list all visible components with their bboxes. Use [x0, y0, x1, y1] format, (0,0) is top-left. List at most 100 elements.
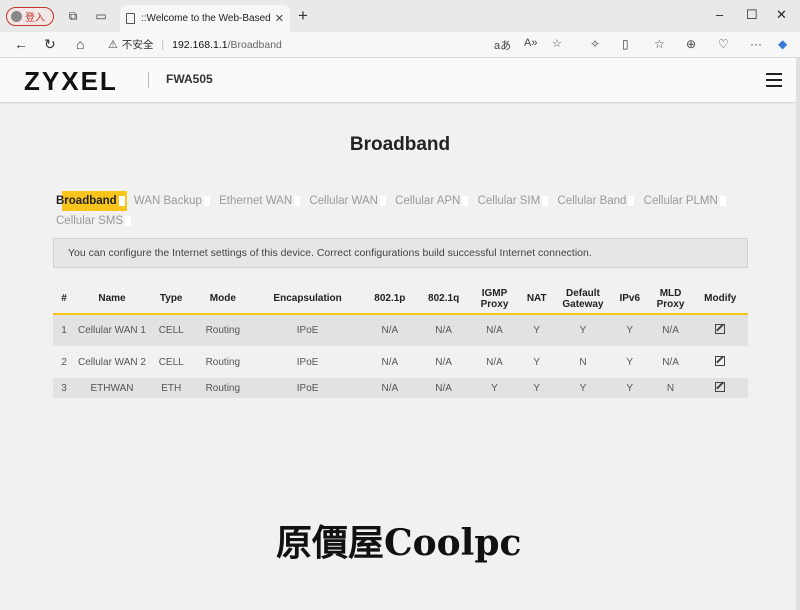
- tab-cellular-sim[interactable]: Cellular SIM: [478, 191, 551, 211]
- tab-cellular-wan[interactable]: Cellular WAN: [309, 191, 388, 211]
- info-notice: You can configure the Internet settings …: [53, 238, 748, 268]
- wan-table: # Name Type Mode Encapsulation 802.1p 80…: [53, 284, 748, 398]
- browser-toolbar: ← ↻ ⌂ ⚠ 不安全 | 192.168.1.1 /Broadband aあ …: [0, 32, 800, 58]
- sub-tabs: Broadband WAN Backup Ethernet WAN Cellul…: [56, 191, 756, 231]
- column-header: Mode: [193, 284, 253, 315]
- edit-icon[interactable]: [715, 355, 726, 366]
- cell-igmp-proxy: N/A: [470, 314, 519, 346]
- cell-ipv6: Y: [610, 378, 649, 398]
- tab-ethernet-wan[interactable]: Ethernet WAN: [219, 191, 302, 211]
- tab-cellular-plmn[interactable]: Cellular PLMN: [644, 191, 728, 211]
- router-page: ZYXEL FWA505 Broadband Broadband WAN Bac…: [0, 58, 800, 610]
- translate-icon[interactable]: aあ: [494, 37, 511, 53]
- menu-icon[interactable]: [766, 73, 782, 91]
- cell-mld-proxy: N/A: [648, 314, 693, 346]
- cell-name: Cellular WAN 1: [75, 314, 149, 346]
- cell-8021p: N/A: [362, 378, 417, 398]
- minimize-button[interactable]: –: [716, 7, 723, 22]
- cell-type: ETH: [149, 378, 194, 398]
- table-row: 3 ETHWAN ETH Routing IPoE N/A N/A Y Y Y …: [53, 378, 748, 398]
- table-row: 2 Cellular WAN 2 CELL Routing IPoE N/A N…: [53, 346, 748, 378]
- page-icon: [126, 13, 135, 24]
- insecure-label: 不安全: [121, 39, 154, 51]
- cell-index: 1: [53, 314, 75, 346]
- cell-mld-proxy: N: [648, 378, 693, 398]
- browser-essentials-icon[interactable]: ♡: [718, 37, 729, 51]
- cell-type: CELL: [149, 346, 194, 378]
- cell-8021p: N/A: [362, 346, 417, 378]
- close-window-button[interactable]: ✕: [776, 7, 787, 23]
- cell-index: 3: [53, 378, 75, 398]
- profile-button[interactable]: 登入: [6, 7, 54, 26]
- home-icon[interactable]: ⌂: [76, 36, 84, 52]
- cell-encapsulation: IPoE: [252, 314, 363, 346]
- cell-modify: [692, 378, 748, 398]
- tab-wan-backup[interactable]: WAN Backup: [134, 191, 212, 211]
- zyxel-logo: ZYXEL: [24, 66, 118, 96]
- cell-name: ETHWAN: [75, 378, 149, 398]
- favorites-icon[interactable]: ☆: [654, 37, 665, 51]
- cell-name: Cellular WAN 2: [75, 346, 149, 378]
- column-header: Modify: [692, 284, 748, 315]
- collections-icon[interactable]: ⊕: [686, 37, 696, 51]
- tab-actions-icon[interactable]: ▭: [94, 9, 108, 23]
- new-tab-button[interactable]: +: [298, 6, 308, 26]
- cell-8021q: N/A: [416, 314, 471, 346]
- url-path: /Broadband: [227, 38, 282, 51]
- browser-tab-strip: 登入 ⧉ ▭ ::Welcome to the Web-Based Co ✕ +…: [0, 0, 800, 32]
- cell-nat: Y: [518, 314, 555, 346]
- column-header: IPv6: [610, 284, 649, 315]
- model-name: FWA505: [166, 72, 213, 86]
- warning-icon: ⚠: [108, 39, 118, 51]
- column-header: Encapsulation: [252, 284, 363, 315]
- copilot-icon[interactable]: ◆: [778, 37, 787, 51]
- tab-cellular-sms[interactable]: Cellular SMS: [56, 211, 133, 231]
- cell-mode: Routing: [193, 314, 253, 346]
- cell-default-gateway: Y: [554, 378, 611, 398]
- workspaces-icon[interactable]: ⧉: [66, 9, 80, 23]
- refresh-icon[interactable]: ↻: [44, 36, 56, 53]
- edit-icon[interactable]: [715, 381, 726, 392]
- cell-default-gateway: N: [554, 346, 611, 378]
- read-aloud-icon[interactable]: A»: [524, 37, 537, 49]
- cell-ipv6: Y: [610, 346, 649, 378]
- site-header: ZYXEL FWA505: [0, 58, 796, 102]
- cell-nat: Y: [518, 378, 555, 398]
- url-host: 192.168.1.1: [172, 38, 228, 51]
- column-header: Default Gateway: [554, 284, 611, 315]
- maximize-button[interactable]: ☐: [746, 7, 758, 23]
- favorite-star-icon[interactable]: ☆: [552, 37, 562, 50]
- column-header: NAT: [518, 284, 555, 315]
- back-icon[interactable]: ←: [14, 36, 28, 52]
- tab-cellular-apn[interactable]: Cellular APN: [395, 191, 470, 211]
- address-separator: |: [161, 38, 165, 51]
- split-screen-icon[interactable]: ▯: [622, 37, 629, 51]
- tab-cellular-band[interactable]: Cellular Band: [557, 191, 636, 211]
- page-title: Broadband: [349, 134, 451, 155]
- cell-mld-proxy: N/A: [648, 346, 693, 378]
- cell-encapsulation: IPoE: [252, 378, 363, 398]
- cell-igmp-proxy: Y: [470, 378, 519, 398]
- coolpc-watermark: 原價屋Coolpc: [276, 522, 522, 564]
- close-tab-icon[interactable]: ✕: [275, 12, 284, 25]
- more-options-icon[interactable]: ···: [750, 37, 762, 51]
- column-header: MLD Proxy: [648, 284, 693, 315]
- cell-mode: Routing: [193, 346, 253, 378]
- browser-tab[interactable]: ::Welcome to the Web-Based Co ✕: [120, 5, 290, 32]
- column-header: 802.1p: [362, 284, 417, 315]
- table-row: 1 Cellular WAN 1 CELL Routing IPoE N/A N…: [53, 314, 748, 346]
- cell-modify: [692, 346, 748, 378]
- cell-8021q: N/A: [416, 346, 471, 378]
- cell-nat: Y: [518, 346, 555, 378]
- tab-broadband[interactable]: Broadband: [56, 191, 127, 211]
- column-header: Name: [75, 284, 149, 315]
- cell-type: CELL: [149, 314, 194, 346]
- cell-ipv6: Y: [610, 314, 649, 346]
- edit-icon[interactable]: [715, 324, 726, 334]
- extensions-icon[interactable]: ✧: [590, 37, 600, 51]
- cell-8021p: N/A: [362, 314, 417, 346]
- cell-default-gateway: Y: [554, 314, 611, 346]
- cell-encapsulation: IPoE: [252, 346, 363, 378]
- table-header-row: # Name Type Mode Encapsulation 802.1p 80…: [53, 284, 748, 315]
- column-header: 802.1q: [416, 284, 471, 315]
